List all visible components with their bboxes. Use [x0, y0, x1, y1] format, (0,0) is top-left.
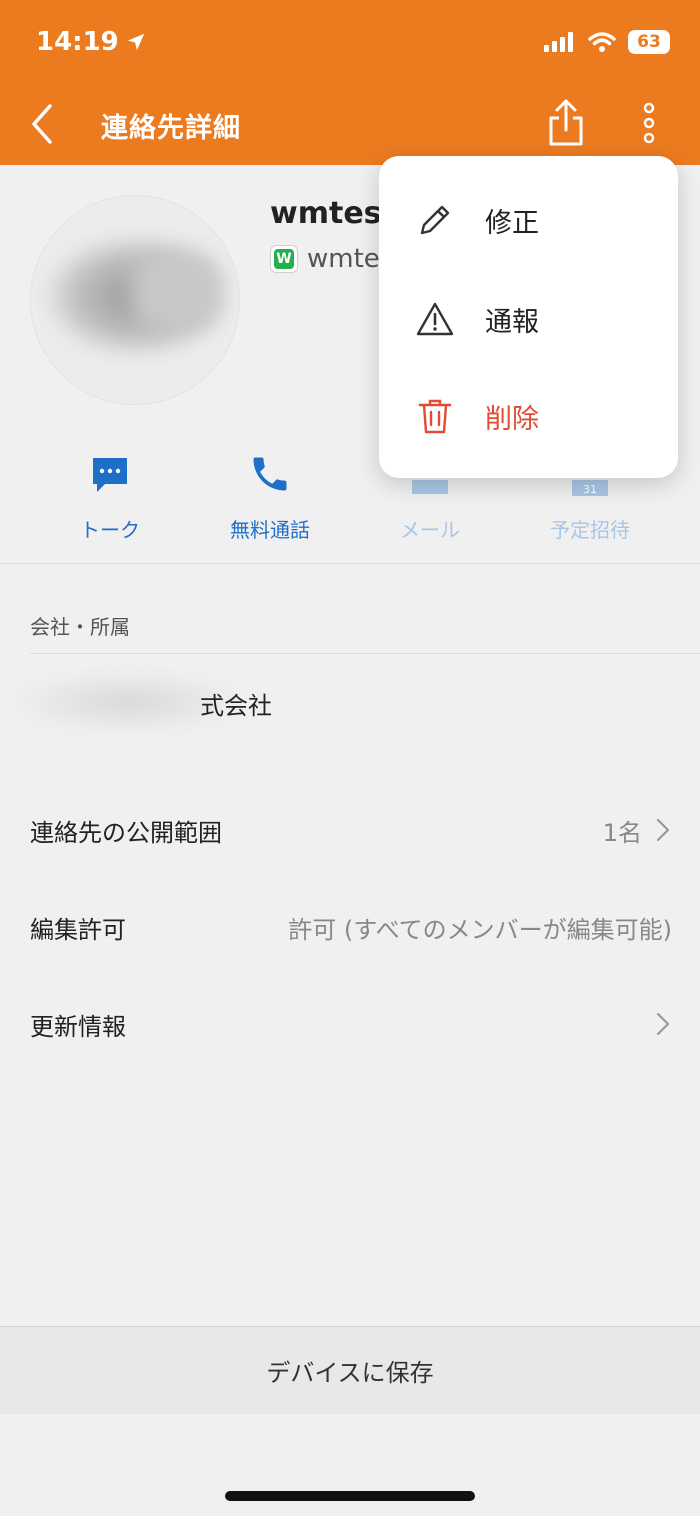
- mail-label: メール: [400, 518, 460, 542]
- menu-item-report[interactable]: 通報: [379, 279, 678, 359]
- signal-icon: [544, 32, 573, 52]
- visibility-row[interactable]: 連絡先の公開範囲 1名: [30, 805, 670, 855]
- warning-icon: [416, 302, 454, 336]
- menu-item-edit[interactable]: 修正: [379, 180, 678, 260]
- phone-icon: [253, 457, 287, 491]
- location-arrow-icon: [127, 33, 145, 51]
- app-header: 14:19 63 連絡先詳細: [0, 0, 700, 165]
- edit-permission-row: 編集許可 許可 (すべてのメンバーが編集可能): [30, 902, 672, 952]
- talk-label: トーク: [80, 518, 140, 542]
- more-vertical-icon: [643, 102, 655, 144]
- company-name: 式会社: [200, 692, 272, 720]
- visibility-value: 1名: [602, 818, 642, 847]
- avatar[interactable]: [30, 195, 240, 405]
- schedule-invite-label: 予定招待: [550, 518, 630, 542]
- chevron-right-icon: [656, 1012, 670, 1036]
- share-icon: [549, 99, 583, 146]
- status-time: 14:19: [36, 27, 147, 57]
- back-button[interactable]: [30, 102, 66, 146]
- menu-item-delete[interactable]: 削除: [379, 376, 678, 456]
- contact-name: wmtest: [270, 196, 396, 231]
- edit-permission-value: 許可 (すべてのメンバーが編集可能): [288, 915, 672, 944]
- edit-permission-label: 編集許可: [30, 915, 126, 944]
- chat-bubble-icon: [93, 458, 127, 492]
- talk-button[interactable]: トーク: [30, 448, 190, 548]
- svg-text:31: 31: [583, 483, 597, 496]
- page-title: 連絡先詳細: [101, 113, 241, 144]
- more-options-button[interactable]: [634, 100, 664, 146]
- company-section-label: 会社・所属: [30, 615, 130, 639]
- update-info-row[interactable]: 更新情報: [30, 999, 670, 1049]
- status-indicators: 63: [544, 30, 670, 54]
- chevron-left-icon: [32, 104, 52, 144]
- divider: [0, 563, 700, 564]
- visibility-label: 連絡先の公開範囲: [30, 818, 222, 847]
- update-info-label: 更新情報: [30, 1012, 126, 1041]
- save-to-device-button[interactable]: デバイスに保存: [0, 1326, 700, 1414]
- options-menu: 修正 通報 削除: [379, 156, 678, 478]
- pencil-icon: [420, 205, 450, 235]
- trash-icon: [418, 399, 452, 434]
- battery-indicator: 63: [628, 30, 670, 54]
- free-call-button[interactable]: 無料通話: [190, 448, 350, 548]
- free-call-label: 無料通話: [230, 518, 310, 542]
- home-indicator: [225, 1491, 475, 1501]
- share-button[interactable]: [546, 98, 586, 148]
- divider: [30, 653, 700, 654]
- works-logo-icon: W: [270, 245, 298, 273]
- chevron-right-icon: [656, 818, 670, 842]
- wifi-icon: [588, 32, 616, 52]
